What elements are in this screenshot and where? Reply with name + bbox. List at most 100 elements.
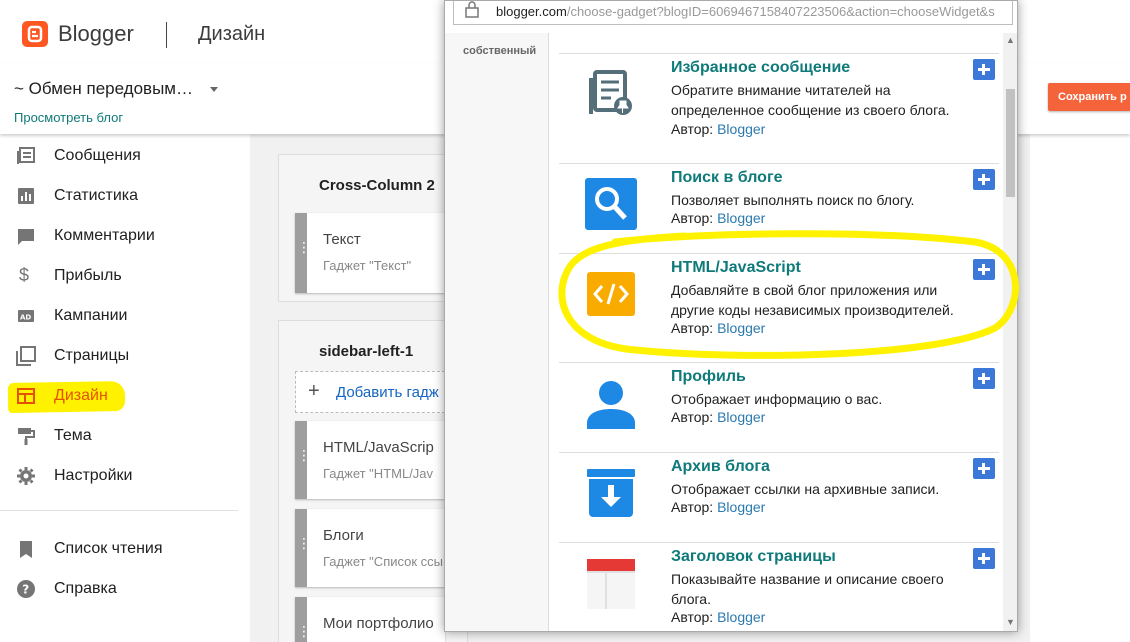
gadget-subtitle: Гаджет "HTML/Jav bbox=[323, 466, 434, 481]
drag-handle[interactable] bbox=[295, 509, 311, 587]
sidebar-item-comments[interactable]: Комментарии bbox=[0, 215, 250, 255]
gadget-author: Автор: Blogger bbox=[671, 121, 766, 137]
gadget-author: Автор: Blogger bbox=[671, 499, 766, 515]
pages-icon bbox=[16, 346, 36, 366]
sidebar-item-help[interactable]: ? Справка bbox=[0, 568, 250, 608]
gear-icon bbox=[17, 467, 35, 485]
add-gadget-plus-button[interactable] bbox=[973, 59, 995, 80]
code-icon bbox=[587, 272, 635, 316]
list-item: Заголовок страницы Показывайте название … bbox=[559, 542, 999, 631]
html-gadget[interactable]: HTML/JavaScrip Гаджет "HTML/Jav bbox=[295, 421, 445, 499]
sidebar-item-label: Справка bbox=[54, 580, 117, 597]
scroll-thumb[interactable] bbox=[1006, 89, 1015, 197]
sidebar-item-reading-list[interactable]: Список чтения bbox=[0, 528, 250, 568]
paint-roller-icon bbox=[18, 428, 35, 445]
list-item: Архив блога Отображает ссылки на архивны… bbox=[559, 452, 999, 542]
add-gadget-plus-button[interactable] bbox=[973, 259, 995, 280]
scroll-down-icon[interactable]: ▼ bbox=[1006, 617, 1015, 627]
gadget-name[interactable]: Заголовок страницы bbox=[671, 548, 836, 566]
profile-icon bbox=[587, 381, 635, 429]
sidebar-divider bbox=[0, 510, 238, 511]
drag-handle[interactable] bbox=[295, 597, 311, 642]
scroll-up-icon[interactable]: ▲ bbox=[1006, 35, 1015, 45]
author-link[interactable]: Blogger bbox=[717, 121, 765, 137]
sidebar-item-campaigns[interactable]: AD Кампании bbox=[0, 295, 250, 335]
gadget-description: Отображает информацию о вас. bbox=[671, 391, 883, 407]
save-arrangement-button[interactable]: Сохранить р bbox=[1048, 83, 1130, 111]
blogs-gadget[interactable]: Блоги Гаджет "Список ссы bbox=[295, 509, 445, 587]
gadget-name[interactable]: Профиль bbox=[671, 368, 746, 386]
search-icon bbox=[585, 178, 637, 230]
sidebar-item-label: Страницы bbox=[54, 347, 130, 364]
sidebar-item-label: Настройки bbox=[54, 467, 133, 484]
gadget-name[interactable]: Архив блога bbox=[671, 458, 770, 476]
author-link[interactable]: Blogger bbox=[717, 409, 765, 425]
sidebar-item-theme[interactable]: Тема bbox=[0, 415, 250, 455]
header-divider bbox=[166, 22, 167, 48]
plus-icon: + bbox=[308, 380, 320, 402]
gadget-title: HTML/JavaScrip bbox=[323, 439, 434, 456]
svg-text:AD: AD bbox=[20, 314, 31, 322]
sidebar-item-posts[interactable]: Сообщения bbox=[0, 135, 250, 175]
drag-handle[interactable] bbox=[295, 421, 311, 499]
address-bar[interactable]: blogger.com/choose-gadget?blogID=6069467… bbox=[453, 1, 1013, 25]
add-gadget-plus-button[interactable] bbox=[973, 548, 995, 569]
cross-column-section: Cross-Column 2 Текст Гаджет "Текст" bbox=[278, 154, 468, 302]
add-gadget-plus-button[interactable] bbox=[973, 169, 995, 190]
list-item: Профиль Отображает информацию о вас. Авт… bbox=[559, 362, 999, 452]
popup-scrollbar[interactable]: ▲ ▼ bbox=[1003, 33, 1017, 631]
bookmark-icon bbox=[20, 541, 32, 558]
section-title: Дизайн bbox=[198, 23, 266, 45]
url-text: blogger.com/choose-gadget?blogID=6069467… bbox=[496, 4, 995, 19]
blogger-logo-icon[interactable] bbox=[22, 21, 48, 47]
sidebar-item-settings[interactable]: Настройки bbox=[0, 455, 250, 495]
gadget-description: Обратите внимание читателей на определен… bbox=[671, 82, 950, 118]
author-link[interactable]: Blogger bbox=[717, 499, 765, 515]
sidebar-item-label: Список чтения bbox=[54, 540, 163, 557]
chevron-down-icon[interactable] bbox=[210, 87, 218, 92]
sidebar-item-layout[interactable]: Дизайн bbox=[0, 375, 250, 415]
add-gadget-label: Добавить гадж bbox=[336, 384, 439, 401]
dollar-icon: $ bbox=[19, 265, 30, 285]
blog-selector[interactable]: ~ Обмен передовым… bbox=[14, 79, 193, 99]
gadget-description: Добавляйте в свой блог приложения или др… bbox=[671, 282, 954, 318]
sidebar-item-label: Прибыль bbox=[54, 267, 122, 284]
gadget-author: Автор: Blogger bbox=[671, 210, 766, 226]
posts-icon bbox=[17, 147, 35, 164]
gadget-title: Текст bbox=[323, 231, 361, 248]
layout-icon bbox=[17, 388, 35, 404]
gadget-name[interactable]: HTML/JavaScript bbox=[671, 259, 801, 277]
gadget-name[interactable]: Поиск в блоге bbox=[671, 169, 783, 187]
gadget-subtitle: Гаджет "Список ссы bbox=[323, 554, 444, 569]
lock-icon bbox=[465, 1, 479, 18]
brand-name[interactable]: Blogger bbox=[58, 21, 134, 47]
tab-own[interactable]: собственный bbox=[463, 45, 536, 57]
gadget-author: Автор: Blogger bbox=[671, 320, 766, 336]
drag-handle[interactable] bbox=[295, 213, 311, 293]
right-column bbox=[1030, 134, 1130, 642]
add-gadget-plus-button[interactable] bbox=[973, 458, 995, 479]
page-header-icon bbox=[587, 559, 635, 609]
ad-icon: AD bbox=[18, 310, 34, 322]
text-gadget[interactable]: Текст Гаджет "Текст" bbox=[295, 213, 445, 293]
author-link[interactable]: Blogger bbox=[717, 609, 765, 625]
sidebar-item-stats[interactable]: Статистика bbox=[0, 175, 250, 215]
view-blog-link[interactable]: Просмотреть блог bbox=[14, 110, 123, 125]
portfolio-gadget[interactable]: Мои портфолио bbox=[295, 597, 445, 642]
sidebar-left-section: sidebar-left-1 + Добавить гадж HTML/Java… bbox=[278, 320, 468, 642]
gadget-subtitle: Гаджет "Текст" bbox=[323, 258, 412, 273]
author-link[interactable]: Blogger bbox=[717, 210, 765, 226]
gadget-description: Отображает ссылки на архивные записи. bbox=[671, 481, 940, 497]
list-item: Избранное сообщение Обратите внимание чи… bbox=[559, 53, 999, 143]
list-item: HTML/JavaScript Добавляйте в свой блог п… bbox=[559, 253, 999, 343]
author-link[interactable]: Blogger bbox=[717, 320, 765, 336]
help-icon: ? bbox=[17, 580, 35, 598]
sidebar-item-pages[interactable]: Страницы bbox=[0, 335, 250, 375]
add-gadget-button[interactable]: + Добавить гадж bbox=[295, 371, 445, 413]
gadget-description: Позволяет выполнять поиск по блогу. bbox=[671, 192, 915, 208]
gadget-title: Блоги bbox=[323, 527, 364, 544]
add-gadget-plus-button[interactable] bbox=[973, 368, 995, 389]
sidebar-item-earnings[interactable]: $ Прибыль bbox=[0, 255, 250, 295]
list-item: Поиск в блоге Позволяет выполнять поиск … bbox=[559, 163, 999, 253]
gadget-name[interactable]: Избранное сообщение bbox=[671, 59, 850, 77]
